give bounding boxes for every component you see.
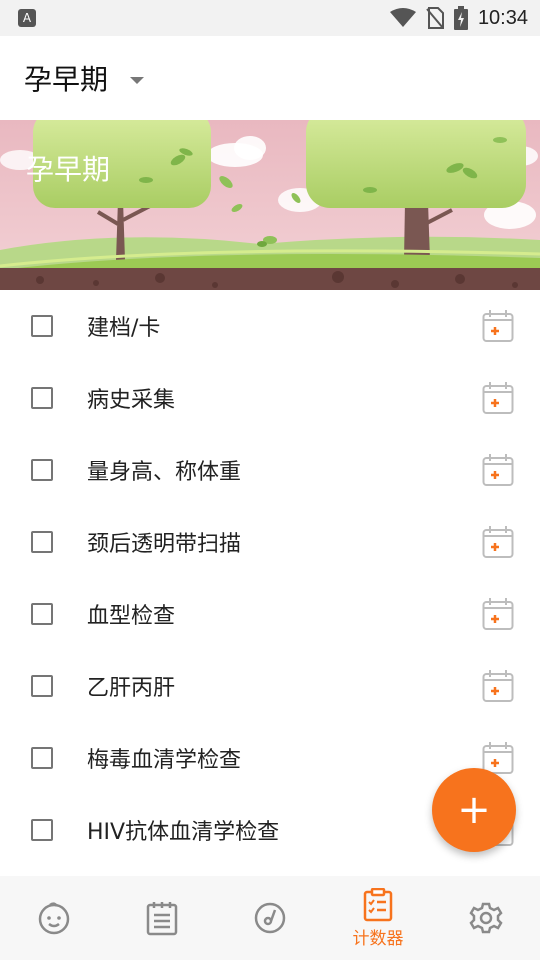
music-disc-icon — [254, 902, 286, 934]
clock-time: 10:34 — [477, 6, 528, 29]
item-label: 乙肝丙肝 — [87, 676, 176, 701]
item-label: 病史采集 — [87, 388, 176, 413]
item-label: 血型检查 — [87, 604, 176, 629]
list-item[interactable]: 血型检查 — [0, 578, 540, 650]
item-label: 量身高、称体重 — [87, 460, 242, 485]
battery-charging-icon — [453, 6, 468, 30]
item-label: 建档/卡 — [87, 316, 161, 341]
trees-illustration — [0, 120, 540, 290]
add-item-button[interactable]: + — [432, 768, 516, 852]
item-checkbox[interactable] — [31, 819, 53, 841]
gear-icon — [469, 902, 503, 934]
stage-selector[interactable]: 孕早期 — [0, 36, 540, 120]
nav-settings[interactable] — [432, 876, 540, 960]
status-icons: 10:34 — [389, 6, 528, 30]
wifi-icon — [389, 8, 416, 27]
nav-baby[interactable] — [0, 876, 108, 960]
calendar-add-icon[interactable] — [482, 525, 514, 559]
bottom-navigation: 计数器 — [0, 876, 540, 960]
list-item[interactable]: 病史采集 — [0, 362, 540, 434]
list-item[interactable]: 乙肝丙肝 — [0, 650, 540, 722]
list-item[interactable]: 颈后透明带扫描 — [0, 506, 540, 578]
nav-counter-label: 计数器 — [352, 928, 404, 949]
list-item[interactable]: 量身高、称体重 — [0, 434, 540, 506]
banner-title: 孕早期 — [26, 153, 111, 186]
item-checkbox[interactable] — [31, 315, 53, 337]
calendar-add-icon[interactable] — [482, 381, 514, 415]
no-sim-icon — [426, 7, 444, 29]
baby-face-icon — [38, 902, 70, 935]
nav-music[interactable] — [216, 876, 324, 960]
status-bar: A 10:34 — [0, 0, 540, 36]
stage-title: 孕早期 — [24, 63, 109, 96]
notebook-icon — [146, 902, 178, 936]
item-label: 颈后透明带扫描 — [87, 532, 242, 557]
dropdown-caret-icon — [130, 76, 145, 84]
nav-notebook[interactable] — [108, 876, 216, 960]
banner-illustration: 孕早期 — [0, 120, 540, 290]
calendar-add-icon[interactable] — [482, 597, 514, 631]
list-item[interactable]: 建档/卡 — [0, 290, 540, 362]
app-notification-icon: A — [18, 9, 36, 27]
checklist-icon — [363, 887, 393, 921]
item-checkbox[interactable] — [31, 603, 53, 625]
item-checkbox[interactable] — [31, 675, 53, 697]
nav-counter[interactable]: 计数器 — [324, 876, 432, 960]
item-checkbox[interactable] — [31, 531, 53, 553]
item-checkbox[interactable] — [31, 747, 53, 769]
plus-icon: + — [457, 787, 491, 833]
calendar-add-icon[interactable] — [482, 669, 514, 703]
item-checkbox[interactable] — [31, 387, 53, 409]
item-label: 梅毒血清学检查 — [87, 748, 242, 773]
item-label: HIV抗体血清学检查 — [87, 820, 280, 845]
item-checkbox[interactable] — [31, 459, 53, 481]
calendar-add-icon[interactable] — [482, 309, 514, 343]
calendar-add-icon[interactable] — [482, 453, 514, 487]
